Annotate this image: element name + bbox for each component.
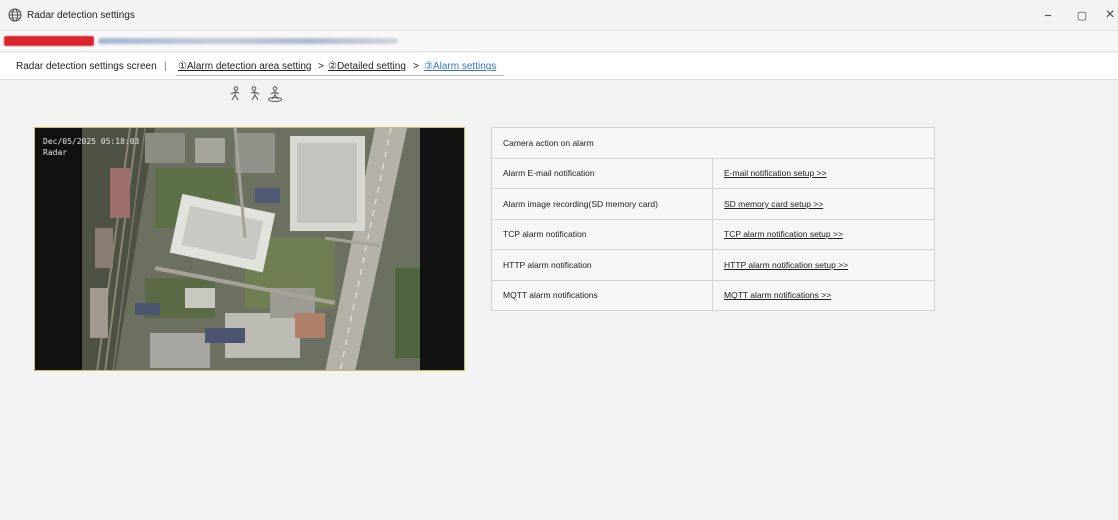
breadcrumb-underline [176, 75, 504, 76]
breadcrumb-separator: | [164, 61, 167, 72]
alarm-action-table: Camera action on alarm Alarm E-mail noti… [491, 127, 935, 311]
breadcrumb-arrow: > [318, 61, 324, 72]
email-notification-setup-link[interactable]: E-mail notification setup >> [724, 168, 827, 178]
table-row: TCP alarm notification TCP alarm notific… [491, 218, 935, 250]
sd-memory-card-setup-link[interactable]: SD memory card setup >> [724, 199, 823, 209]
breadcrumb: Radar detection settings screen | ①Alarm… [0, 53, 1118, 80]
breadcrumb-step-alarm-settings[interactable]: ③Alarm settings [424, 61, 496, 72]
table-row: HTTP alarm notification HTTP alarm notif… [491, 249, 935, 281]
minimize-button[interactable]: − [1031, 0, 1065, 30]
http-alarm-notification-setup-link[interactable]: HTTP alarm notification setup >> [724, 260, 848, 270]
row-label: Alarm image recording(SD memory card) [491, 188, 713, 220]
table-row: Alarm image recording(SD memory card) SD… [491, 188, 935, 220]
tcp-alarm-notification-setup-link[interactable]: TCP alarm notification setup >> [724, 229, 843, 239]
aerial-image [35, 128, 464, 370]
walker-right-icon[interactable] [248, 86, 261, 102]
mqtt-alarm-notifications-link[interactable]: MQTT alarm notifications >> [724, 290, 831, 300]
close-button[interactable]: × [1093, 0, 1118, 30]
walker-target-icon[interactable] [267, 86, 283, 102]
title-bar: Radar detection settings − ▢ × [0, 0, 1118, 30]
table-header-row: Camera action on alarm [491, 127, 935, 159]
breadcrumb-arrow: > [413, 61, 419, 72]
globe-icon [8, 8, 22, 22]
camera-overlay: Dec/05/2025 05:18:03 Radar [43, 136, 139, 158]
window-title: Radar detection settings [27, 9, 135, 21]
redacted-url-segment [4, 36, 94, 46]
camera-live-view: Dec/05/2025 05:18:03 Radar [34, 127, 465, 371]
breadcrumb-step-alarm-detection-area[interactable]: ①Alarm detection area setting [178, 61, 311, 72]
camera-label: Radar [43, 148, 68, 157]
address-bar[interactable] [0, 30, 1118, 52]
table-header: Camera action on alarm [491, 127, 935, 159]
walker-left-icon[interactable] [229, 86, 242, 102]
camera-timestamp: Dec/05/2025 05:18:03 [43, 137, 140, 146]
row-label: MQTT alarm notifications [491, 279, 713, 311]
row-label: HTTP alarm notification [491, 249, 713, 281]
row-label: TCP alarm notification [491, 218, 713, 250]
blurred-url-text [98, 38, 398, 44]
table-row: Alarm E-mail notification E-mail notific… [491, 157, 935, 189]
breadcrumb-screen-label: Radar detection settings screen [16, 61, 157, 72]
row-label: Alarm E-mail notification [491, 157, 713, 189]
breadcrumb-step-detailed-setting[interactable]: ②Detailed setting [328, 61, 406, 72]
table-row: MQTT alarm notifications MQTT alarm noti… [491, 279, 935, 311]
